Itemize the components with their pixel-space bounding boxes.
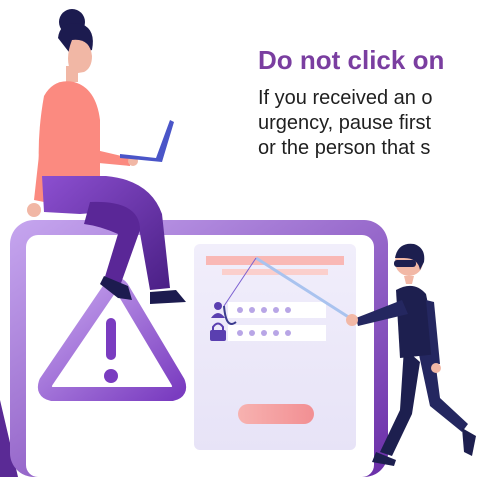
form-header-bar [206,256,344,265]
form-submit-button [238,404,314,424]
alert-body-line-3: or the person that s [258,137,431,159]
alert-body: If you received an o urgency, pause firs… [258,86,478,161]
alert-title: Do not click on [258,45,445,75]
login-form-panel [194,244,356,450]
alert-body-line-2: urgency, pause first [258,112,432,134]
password-field [228,325,326,341]
phishing-illustration-scene: Do not click on If you received an o urg… [0,0,478,477]
username-field [228,302,326,318]
alert-body-line-1: If you received an o [258,87,433,109]
